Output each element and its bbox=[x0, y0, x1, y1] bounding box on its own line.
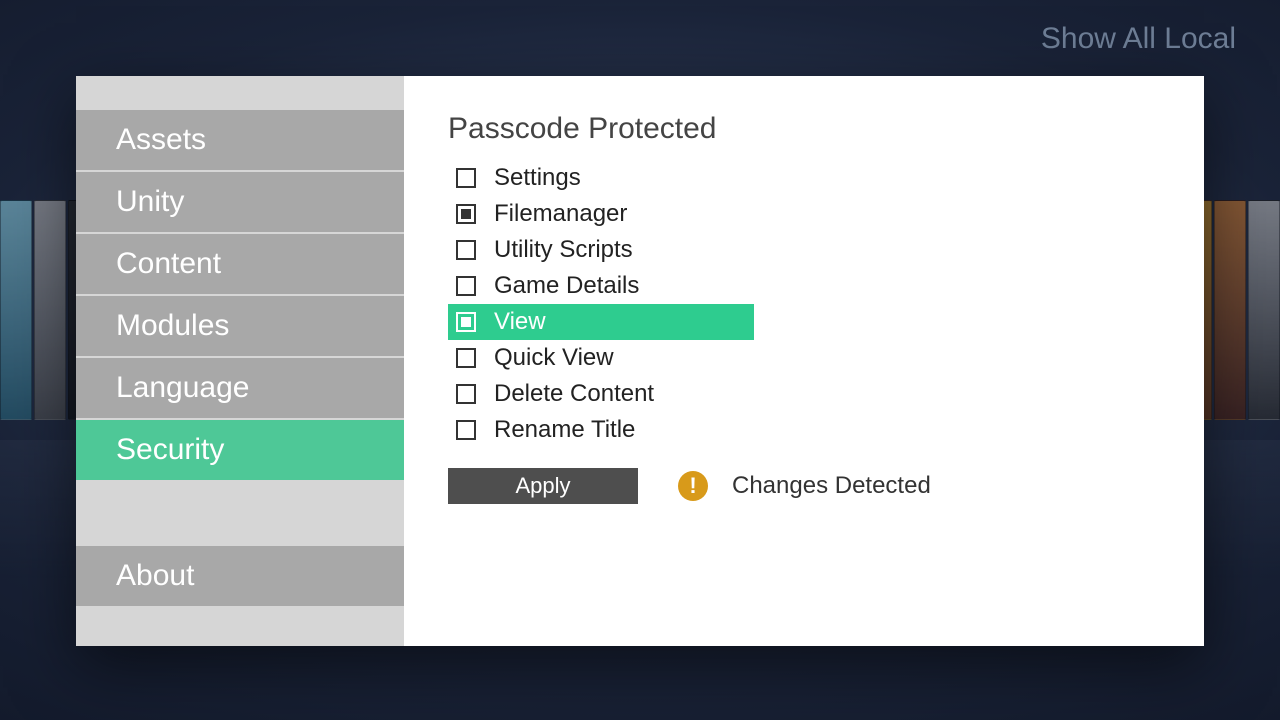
sidebar-item-unity[interactable]: Unity bbox=[76, 172, 404, 234]
checkbox-icon[interactable] bbox=[456, 276, 476, 296]
sidebar-item-label: Language bbox=[116, 371, 249, 405]
sidebar-item-label: Assets bbox=[116, 123, 206, 157]
option-filemanager[interactable]: Filemanager bbox=[448, 196, 754, 232]
options-list: Settings Filemanager Utility Scripts Game D… bbox=[448, 160, 754, 448]
sidebar-item-label: Content bbox=[116, 247, 221, 281]
sidebar-item-security[interactable]: Security bbox=[76, 420, 404, 482]
option-label: Delete Content bbox=[494, 380, 654, 408]
sidebar-item-label: Modules bbox=[116, 309, 229, 343]
sidebar-item-assets[interactable]: Assets bbox=[76, 110, 404, 172]
sidebar-item-modules[interactable]: Modules bbox=[76, 296, 404, 358]
sidebar-item-label: Unity bbox=[116, 185, 184, 219]
option-label: Filemanager bbox=[494, 200, 627, 228]
sidebar-gap bbox=[76, 482, 404, 546]
checkbox-icon[interactable] bbox=[456, 168, 476, 188]
option-label: Utility Scripts bbox=[494, 236, 633, 264]
checkbox-icon[interactable] bbox=[456, 312, 476, 332]
option-label: Rename Title bbox=[494, 416, 635, 444]
sidebar-item-language[interactable]: Language bbox=[76, 358, 404, 420]
sidebar-item-label: About bbox=[116, 559, 194, 593]
checkbox-icon[interactable] bbox=[456, 384, 476, 404]
checkbox-icon[interactable] bbox=[456, 204, 476, 224]
option-delete-content[interactable]: Delete Content bbox=[448, 376, 754, 412]
option-game-details[interactable]: Game Details bbox=[448, 268, 754, 304]
sidebar-item-content[interactable]: Content bbox=[76, 234, 404, 296]
sidebar-top-spacer bbox=[76, 80, 404, 110]
main-panel: Passcode Protected Settings Filemanager Ut… bbox=[404, 76, 1204, 646]
status-text: Changes Detected bbox=[732, 472, 931, 500]
filter-label[interactable]: Show All Local bbox=[1041, 22, 1236, 56]
checkbox-icon[interactable] bbox=[456, 348, 476, 368]
sidebar-item-about[interactable]: About bbox=[76, 546, 404, 608]
option-label: View bbox=[494, 308, 546, 336]
section-title: Passcode Protected bbox=[448, 112, 1164, 146]
option-settings[interactable]: Settings bbox=[448, 160, 754, 196]
option-utility-scripts[interactable]: Utility Scripts bbox=[448, 232, 754, 268]
option-label: Quick View bbox=[494, 344, 614, 372]
action-row: Apply ! Changes Detected bbox=[448, 468, 1164, 504]
option-quick-view[interactable]: Quick View bbox=[448, 340, 754, 376]
option-label: Settings bbox=[494, 164, 581, 192]
option-label: Game Details bbox=[494, 272, 639, 300]
warning-icon: ! bbox=[678, 471, 708, 501]
option-view[interactable]: View bbox=[448, 304, 754, 340]
checkbox-icon[interactable] bbox=[456, 240, 476, 260]
checkbox-fill bbox=[461, 209, 471, 219]
option-rename-title[interactable]: Rename Title bbox=[448, 412, 754, 448]
sidebar: Assets Unity Content Modules Language Securit… bbox=[76, 76, 404, 646]
sidebar-item-label: Security bbox=[116, 433, 224, 467]
checkbox-fill bbox=[461, 317, 471, 327]
checkbox-icon[interactable] bbox=[456, 420, 476, 440]
apply-button[interactable]: Apply bbox=[448, 468, 638, 504]
settings-dialog: Assets Unity Content Modules Language Securit… bbox=[76, 76, 1204, 646]
